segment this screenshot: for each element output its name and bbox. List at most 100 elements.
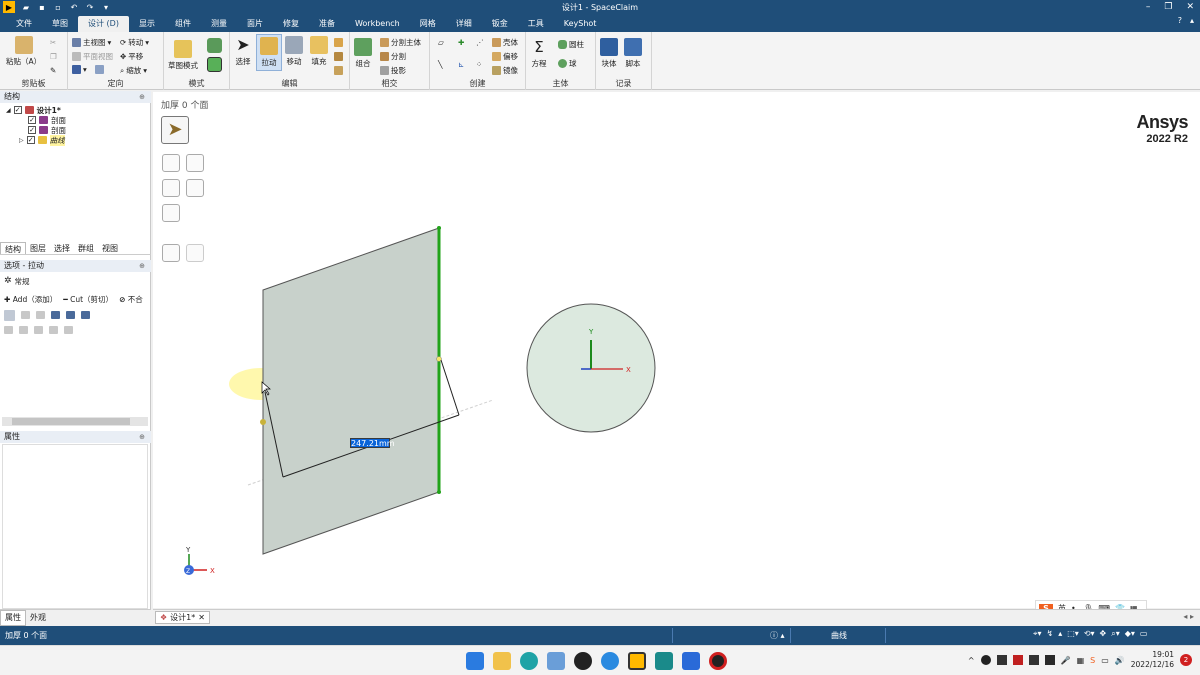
copy-button[interactable]: ❐ xyxy=(50,52,57,61)
plane-button[interactable]: ▱ xyxy=(438,38,444,47)
blend-option-icon[interactable] xyxy=(81,311,90,319)
tab-repair[interactable]: 修复 xyxy=(273,16,309,32)
tab-structure[interactable]: 结构 xyxy=(0,242,26,254)
blend-button[interactable] xyxy=(334,38,343,47)
view-cube-button[interactable]: ▾ xyxy=(72,65,104,74)
tree-item-section-2[interactable]: ✓ 剖面 xyxy=(28,125,66,135)
screen-recorder-icon[interactable] xyxy=(709,652,727,670)
format-painter-button[interactable]: ✎ xyxy=(50,66,56,75)
system-clock[interactable]: 19:01 2022/12/16 xyxy=(1131,650,1174,670)
box-select-icon[interactable]: ⬚▾ xyxy=(1067,629,1079,639)
rotate-view-icon[interactable]: ⟲▾ xyxy=(1084,629,1095,639)
horizontal-scrollbar[interactable] xyxy=(2,417,148,426)
line-button[interactable]: ╲ xyxy=(438,60,443,69)
origin-button[interactable]: ⊾ xyxy=(458,60,464,69)
thicken-icon[interactable] xyxy=(64,326,73,334)
sweep-icon[interactable] xyxy=(51,311,60,319)
tray-app-icon[interactable] xyxy=(1044,655,1055,665)
file-explorer-icon[interactable] xyxy=(493,652,511,670)
volume-icon[interactable]: 🔊 xyxy=(1115,656,1125,665)
tab-tools[interactable]: 工具 xyxy=(518,16,554,32)
collapse-icon[interactable]: ◢ xyxy=(6,107,11,114)
sphere-button[interactable]: 球 xyxy=(558,58,577,69)
tab-prepare[interactable]: 准备 xyxy=(309,16,345,32)
move-button[interactable]: 移动 xyxy=(285,36,303,67)
close-tab-icon[interactable]: ✕ xyxy=(198,612,205,623)
cut-button[interactable]: ✂ xyxy=(50,38,56,47)
equation-button[interactable]: Σ 方程 xyxy=(530,38,548,69)
minimize-icon[interactable]: – xyxy=(1146,2,1151,12)
windows-start-icon[interactable] xyxy=(466,652,484,670)
pivot-edge-icon[interactable] xyxy=(49,326,58,334)
tab-sheetmetal[interactable]: 钣金 xyxy=(482,16,518,32)
revolve-icon[interactable] xyxy=(36,311,45,319)
tray-app-icon[interactable] xyxy=(996,655,1007,665)
split-button[interactable]: 分割 xyxy=(380,51,406,62)
up-to-icon[interactable] xyxy=(19,326,28,334)
new-icon[interactable]: ▫ xyxy=(53,2,63,12)
selection-filter[interactable]: 曲线 xyxy=(831,630,847,641)
pull-direction-icon[interactable] xyxy=(21,311,30,319)
combine-button[interactable]: 组合 xyxy=(354,38,372,69)
visibility-checkbox[interactable]: ✓ xyxy=(28,126,36,134)
project-button[interactable]: 投影 xyxy=(380,65,406,76)
visibility-checkbox[interactable]: ✓ xyxy=(28,116,36,124)
cut-option[interactable]: ━ Cut（剪切） xyxy=(63,294,113,305)
photos-icon[interactable] xyxy=(547,652,565,670)
edge-browser-icon[interactable] xyxy=(520,652,538,670)
point-button[interactable]: ✚ xyxy=(458,38,464,47)
copy-edge-icon[interactable] xyxy=(34,326,43,334)
microphone-tray-icon[interactable]: 🎤 xyxy=(1061,656,1071,665)
3d-mode-icon[interactable] xyxy=(207,57,222,72)
home-view-button[interactable]: 主视图 ▾ xyxy=(72,37,111,48)
lock-icon[interactable]: ↯ xyxy=(1047,629,1054,639)
zoom-button[interactable]: ⌕ 缩放 ▾ xyxy=(120,65,147,76)
redo-icon[interactable]: ↷ xyxy=(85,2,95,12)
draft-icon[interactable] xyxy=(66,311,75,319)
pan-button[interactable]: ✥ 平移 xyxy=(120,51,143,62)
fill-button[interactable]: 填充 xyxy=(310,36,328,67)
save-icon[interactable]: ▪ xyxy=(37,2,47,12)
plan-view-button[interactable]: 平面视图 xyxy=(72,51,113,62)
visibility-checkbox[interactable]: ✓ xyxy=(13,106,22,114)
tree-item-design[interactable]: ◢ ✓ 设计1* xyxy=(6,105,61,115)
tab-selection[interactable]: 选择 xyxy=(50,242,74,254)
display-icon[interactable]: ▭ xyxy=(1140,629,1148,639)
tab-assembly[interactable]: 组件 xyxy=(165,16,201,32)
options-general-section[interactable]: ✲ 常规 xyxy=(4,276,30,286)
help-icon[interactable]: ? xyxy=(1178,16,1182,25)
select-button[interactable]: ➤ 选择 xyxy=(234,36,252,67)
tree-item-section-1[interactable]: ✓ 剖面 xyxy=(28,115,66,125)
restore-icon[interactable]: ❐ xyxy=(1164,2,1172,12)
excel-icon[interactable] xyxy=(655,652,673,670)
tab-views[interactable]: 视图 xyxy=(98,242,122,254)
scrollbar-thumb[interactable] xyxy=(12,418,130,425)
section-mode-icon[interactable] xyxy=(207,38,222,53)
tab-keyshot[interactable]: KeyShot xyxy=(554,16,607,32)
tab-groups[interactable]: 群组 xyxy=(74,242,98,254)
select-mode-icon[interactable]: ⌖▾ xyxy=(1033,629,1042,639)
tray-app-icon[interactable]: ▦ xyxy=(1077,656,1085,665)
tab-facets[interactable]: 面片 xyxy=(237,16,273,32)
pin-icon[interactable]: ⊕ xyxy=(139,91,145,103)
block-button[interactable]: 块体 xyxy=(600,38,618,69)
paste-button[interactable]: 粘贴（A） xyxy=(6,36,41,67)
view-options-icon[interactable]: ◆▾ xyxy=(1125,629,1135,639)
pan-view-icon[interactable]: ✥ xyxy=(1100,629,1107,639)
add-option[interactable]: ✚ Add（添加） xyxy=(4,294,57,305)
pattern-button[interactable]: ⁘ xyxy=(476,60,482,69)
rotate-button[interactable]: ⟳ 转动 ▾ xyxy=(120,37,149,48)
notification-badge[interactable]: 2 xyxy=(1180,654,1192,666)
graphics-viewport[interactable]: 加厚 0 个面 ➤ Ansys 2022 R2 Y X Y X Z 247.21… xyxy=(153,92,1200,616)
replace-button[interactable] xyxy=(334,52,343,61)
tab-file[interactable]: 文件 xyxy=(6,16,42,32)
arrow-up-icon[interactable]: ▴ xyxy=(1058,629,1062,639)
tab-detail[interactable]: 详细 xyxy=(446,16,482,32)
spaceclaim-taskbar-icon[interactable] xyxy=(628,652,646,670)
offset-button[interactable]: 偏移 xyxy=(492,51,518,62)
network-icon[interactable]: ▭ xyxy=(1101,656,1109,665)
tray-app-icon[interactable] xyxy=(1028,655,1039,665)
cylinder-button[interactable]: 圆柱 xyxy=(558,39,584,50)
open-icon[interactable]: ▰ xyxy=(21,2,31,12)
shell-button[interactable]: 壳体 xyxy=(492,37,518,48)
